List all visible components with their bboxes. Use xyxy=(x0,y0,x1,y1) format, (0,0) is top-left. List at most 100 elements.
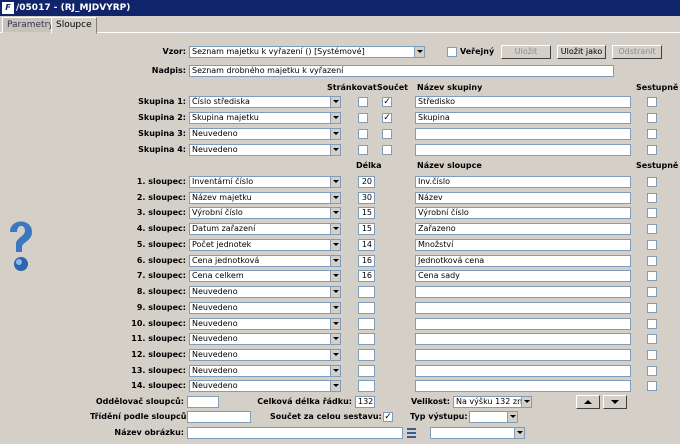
column-1-length-input[interactable]: 20 xyxy=(358,176,375,188)
column-1-desc-checkbox[interactable] xyxy=(647,177,657,187)
save-as-button[interactable]: Uložit jako xyxy=(557,45,606,59)
group-1-strankovat-checkbox[interactable] xyxy=(358,97,368,107)
column-1-name-input[interactable]: Inv.číslo xyxy=(415,176,631,188)
group-3-strankovat-checkbox[interactable] xyxy=(358,129,368,139)
column-11-value: Neuvedeno xyxy=(192,334,238,343)
delete-button[interactable]: Odstranit xyxy=(612,45,662,59)
vzor-select[interactable]: Seznam majetku k vyřazení () [Systémové] xyxy=(189,46,425,58)
column-7-name-input[interactable]: Cena sady xyxy=(415,270,631,282)
obrazek-select[interactable] xyxy=(430,427,525,439)
column-1-select[interactable]: Inventární číslo xyxy=(189,176,341,188)
move-up-button[interactable] xyxy=(576,395,600,409)
column-5-name-input[interactable]: Množství xyxy=(415,239,631,251)
column-8-length-input[interactable] xyxy=(358,286,375,298)
tab-sloupce[interactable]: Sloupce xyxy=(51,17,97,34)
column-3-select[interactable]: Výrobní číslo xyxy=(189,207,341,219)
column-12-length-input[interactable] xyxy=(358,349,375,361)
group-2-select[interactable]: Skupina majetku xyxy=(189,112,341,124)
column-2-length-input[interactable]: 30 xyxy=(358,192,375,204)
group-3-desc-checkbox[interactable] xyxy=(647,129,657,139)
group-3-select[interactable]: Neuvedeno xyxy=(189,128,341,140)
column-3-length-input[interactable]: 15 xyxy=(358,207,375,219)
group-2-desc-checkbox[interactable] xyxy=(647,113,657,123)
group-2-strankovat-checkbox[interactable] xyxy=(358,113,368,123)
column-5-length-input[interactable]: 14 xyxy=(358,239,375,251)
vzor-value: Seznam majetku k vyřazení () [Systémové] xyxy=(192,47,365,56)
group-1-desc-checkbox[interactable] xyxy=(647,97,657,107)
verejny-checkbox[interactable] xyxy=(447,47,457,57)
group-4-strankovat-checkbox[interactable] xyxy=(358,145,368,155)
group-1-soucet-checkbox[interactable]: ✓ xyxy=(382,97,392,107)
typ-vystupu-select[interactable] xyxy=(469,411,518,423)
column-10-select[interactable]: Neuvedeno xyxy=(189,318,341,330)
column-3-desc-checkbox[interactable] xyxy=(647,208,657,218)
column-13-select[interactable]: Neuvedeno xyxy=(189,365,341,377)
column-7-select[interactable]: Cena celkem xyxy=(189,270,341,282)
save-button[interactable]: Uložit xyxy=(501,45,551,59)
column-14-name-input[interactable] xyxy=(415,380,631,392)
column-4-desc-checkbox[interactable] xyxy=(647,224,657,234)
column-11-name-input[interactable] xyxy=(415,333,631,345)
soucet-sestava-label: Součet za celou sestavu: xyxy=(270,412,382,421)
column-14-length-input[interactable] xyxy=(358,380,375,392)
column-6-select[interactable]: Cena jednotková xyxy=(189,255,341,267)
column-9-length-input[interactable] xyxy=(358,302,375,314)
column-9-select[interactable]: Neuvedeno xyxy=(189,302,341,314)
column-2-desc-checkbox[interactable] xyxy=(647,193,657,203)
chevron-down-icon xyxy=(514,428,524,438)
column-5-select[interactable]: Počet jednotek xyxy=(189,239,341,251)
column-9-desc-checkbox[interactable] xyxy=(647,303,657,313)
nazev-obrazku-input[interactable] xyxy=(187,427,403,439)
group-4-soucet-checkbox[interactable] xyxy=(382,145,392,155)
column-14-select[interactable]: Neuvedeno xyxy=(189,380,341,392)
group-4-select[interactable]: Neuvedeno xyxy=(189,144,341,156)
column-10-length-input[interactable] xyxy=(358,318,375,330)
column-3-name-input[interactable]: Výrobní číslo xyxy=(415,207,631,219)
column-4-select[interactable]: Datum zařazení xyxy=(189,223,341,235)
group-1-select[interactable]: Číslo střediska xyxy=(189,96,341,108)
column-7-desc-checkbox[interactable] xyxy=(647,271,657,281)
column-8-select[interactable]: Neuvedeno xyxy=(189,286,341,298)
column-1-label: 1. sloupec: xyxy=(136,177,186,186)
column-12-select[interactable]: Neuvedeno xyxy=(189,349,341,361)
column-12-name-input[interactable] xyxy=(415,349,631,361)
group-1-name-input[interactable]: Středisko xyxy=(415,96,631,108)
chevron-down-icon xyxy=(330,97,340,107)
column-11-length-input[interactable] xyxy=(358,333,375,345)
column-10-desc-checkbox[interactable] xyxy=(647,319,657,329)
column-6-desc-checkbox[interactable] xyxy=(647,256,657,266)
column-2-select[interactable]: Název majetku xyxy=(189,192,341,204)
column-10-name-input[interactable] xyxy=(415,318,631,330)
column-12-desc-checkbox[interactable] xyxy=(647,350,657,360)
column-8-name-input[interactable] xyxy=(415,286,631,298)
group-4-name-input[interactable] xyxy=(415,144,631,156)
celkova-delka-input[interactable]: 132 xyxy=(355,396,375,408)
group-3-soucet-checkbox[interactable] xyxy=(382,129,392,139)
column-11-select[interactable]: Neuvedeno xyxy=(189,333,341,345)
oddelovac-input[interactable] xyxy=(187,396,219,408)
column-4-length-input[interactable]: 15 xyxy=(358,223,375,235)
trideni-input[interactable] xyxy=(187,411,251,423)
nadpis-input[interactable]: Seznam drobného majetku k vyřazení xyxy=(189,65,614,77)
column-9-name-input[interactable] xyxy=(415,302,631,314)
column-7-length-input[interactable]: 16 xyxy=(358,270,375,282)
group-4-desc-checkbox[interactable] xyxy=(647,145,657,155)
column-13-name-input[interactable] xyxy=(415,365,631,377)
column-6-length-input[interactable]: 16 xyxy=(358,255,375,267)
column-8-desc-checkbox[interactable] xyxy=(647,287,657,297)
column-5-desc-checkbox[interactable] xyxy=(647,240,657,250)
column-11-desc-checkbox[interactable] xyxy=(647,334,657,344)
column-2-name-input[interactable]: Název xyxy=(415,192,631,204)
velikost-select[interactable]: Na výšku 132 zn. xyxy=(453,396,532,408)
move-down-button[interactable] xyxy=(603,395,627,409)
group-2-soucet-checkbox[interactable]: ✓ xyxy=(382,113,392,123)
column-13-length-input[interactable] xyxy=(358,365,375,377)
soucet-sestava-checkbox[interactable]: ✓ xyxy=(383,412,393,422)
column-4-name-input[interactable]: Zařazeno xyxy=(415,223,631,235)
column-6-name-input[interactable]: Jednotková cena xyxy=(415,255,631,267)
column-13-desc-checkbox[interactable] xyxy=(647,366,657,376)
column-14-desc-checkbox[interactable] xyxy=(647,381,657,391)
list-icon[interactable] xyxy=(407,428,416,438)
group-2-name-input[interactable]: Skupina xyxy=(415,112,631,124)
group-3-name-input[interactable] xyxy=(415,128,631,140)
